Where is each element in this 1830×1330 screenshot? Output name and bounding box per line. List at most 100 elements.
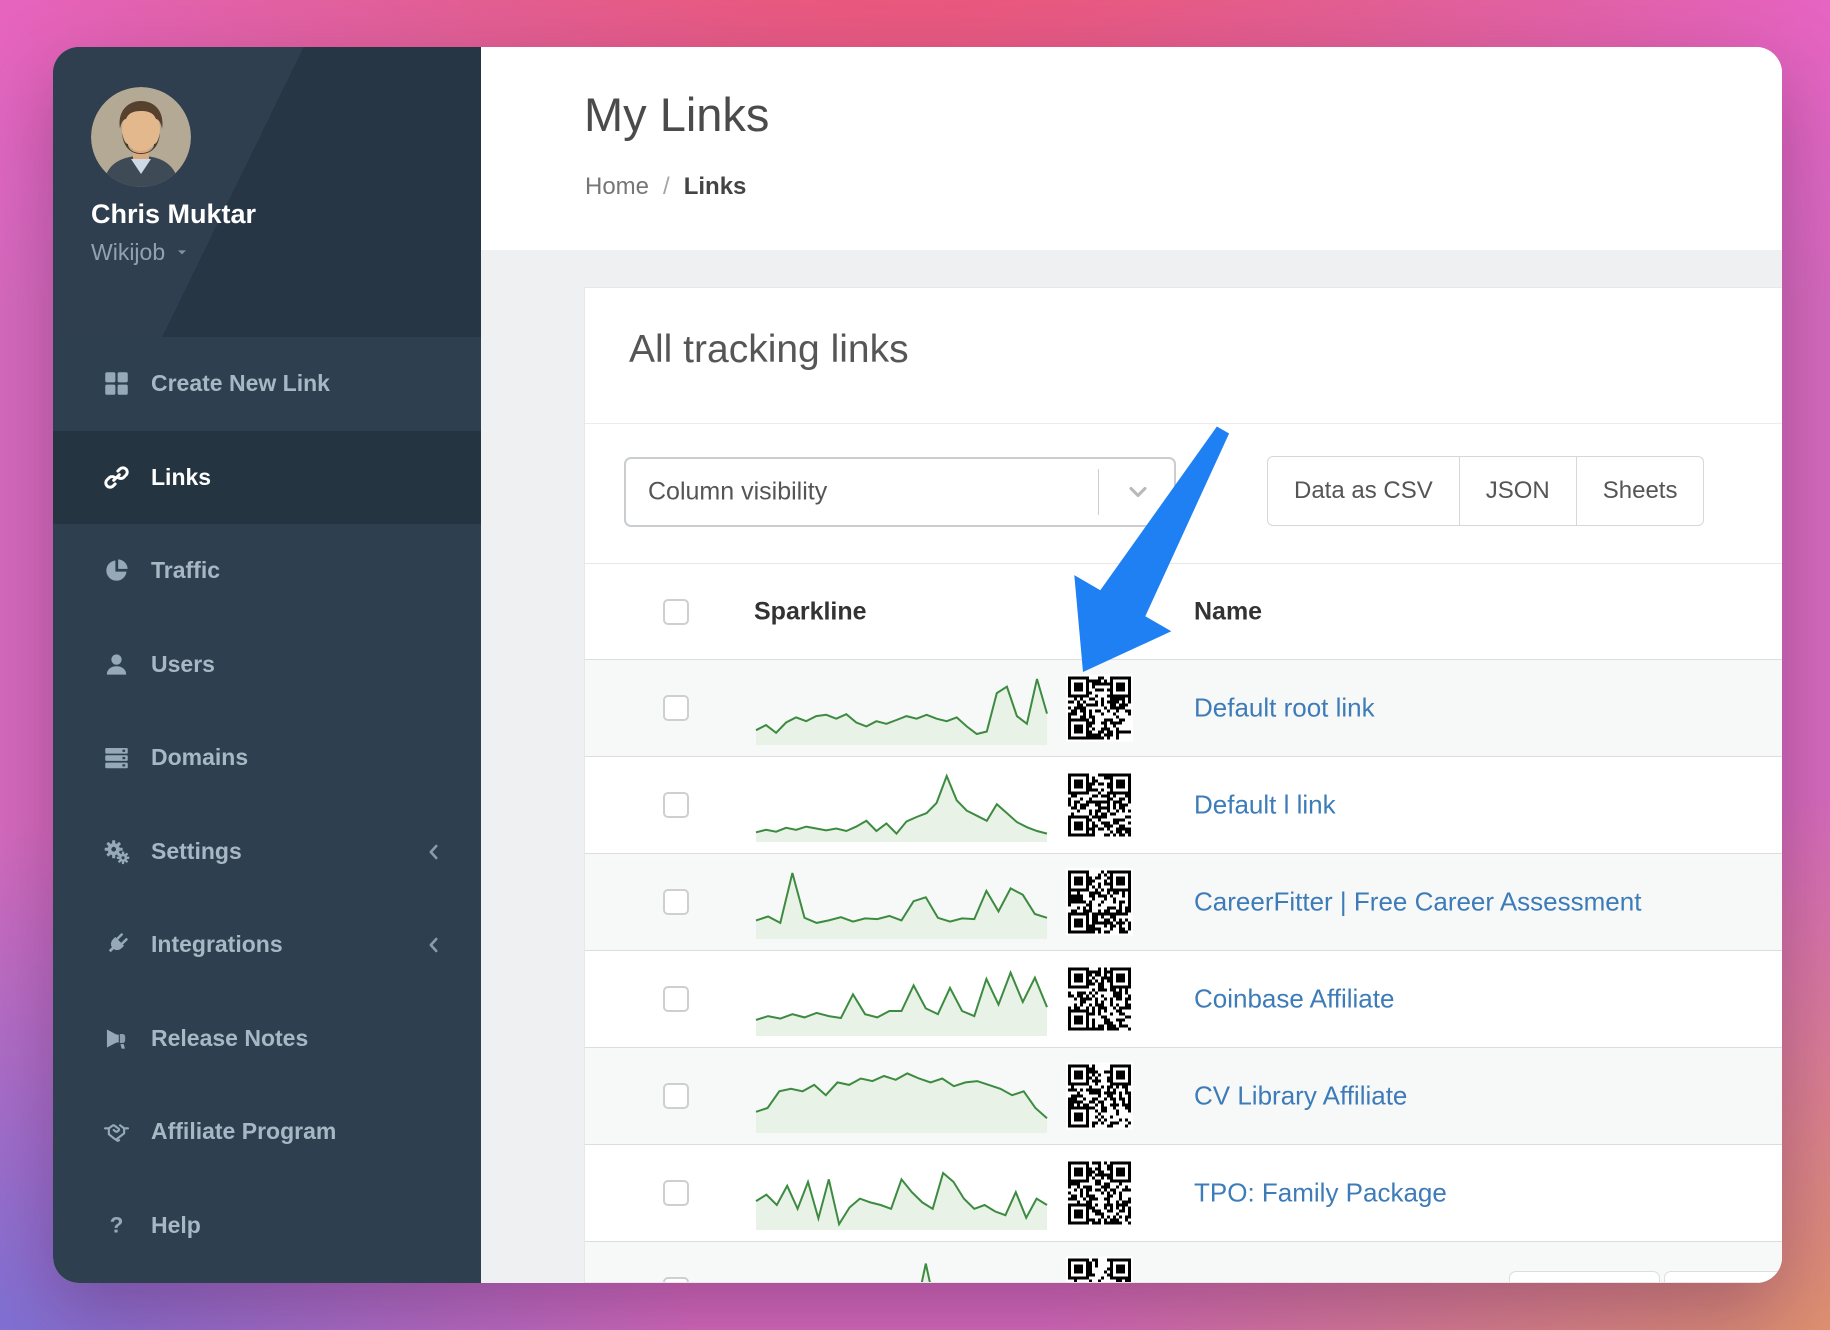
row-checkbox[interactable] — [663, 1180, 689, 1206]
chevron-left-icon — [423, 934, 445, 956]
sidebar-item-label: Links — [151, 464, 211, 491]
export-button-sheets[interactable]: Sheets — [1577, 456, 1705, 526]
card-title: All tracking links — [629, 328, 909, 372]
column-header-sparkline: Sparkline — [754, 597, 867, 626]
sidebar-item-label: Release Notes — [151, 1025, 308, 1052]
sidebar-item-label: Traffic — [151, 557, 220, 584]
table-header: Sparkline QR Name — [585, 563, 1782, 659]
breadcrumb-home[interactable]: Home — [585, 173, 649, 201]
sparkline-chart — [754, 867, 1049, 941]
breadcrumb: Home / Links — [585, 173, 746, 201]
sidebar-item-label: Affiliate Program — [151, 1118, 336, 1145]
plug-icon — [101, 930, 131, 960]
column-visibility-label: Column visibility — [648, 478, 827, 507]
org-name: Wikijob — [91, 239, 165, 266]
qr-code — [1066, 1257, 1133, 1284]
app-window: Chris Muktar Wikijob Create New Link Link… — [53, 47, 1782, 1283]
table-row: CV Library Affiliate — [585, 1047, 1782, 1144]
select-divider — [1098, 469, 1099, 515]
org-switcher[interactable]: Wikijob — [91, 239, 190, 266]
svg-text:?: ? — [109, 1212, 123, 1237]
column-header-qr: QR — [1082, 597, 1120, 626]
breadcrumb-separator: / — [663, 173, 670, 201]
table-row: Default l link — [585, 756, 1782, 853]
pagination-button[interactable] — [1509, 1271, 1660, 1283]
sidebar-item-label: Create New Link — [151, 370, 330, 397]
sidebar-item-integrations[interactable]: Integrations — [53, 898, 481, 991]
sidebar-item-release-notes[interactable]: Release Notes — [53, 992, 481, 1085]
sidebar-item-affiliate-program[interactable]: Affiliate Program — [53, 1085, 481, 1178]
table-row: CareerFitter | Free Career Assessment — [585, 853, 1782, 950]
sidebar-item-users[interactable]: Users — [53, 618, 481, 711]
row-checkbox[interactable] — [663, 1083, 689, 1109]
cogs-icon — [101, 837, 131, 867]
sidebar-item-label: Settings — [151, 838, 242, 865]
sidebar: Chris Muktar Wikijob Create New Link Link… — [53, 47, 481, 1283]
sparkline-chart — [754, 1061, 1049, 1135]
sparkline-chart — [754, 1158, 1049, 1232]
row-checkbox[interactable] — [663, 695, 689, 721]
link-name[interactable]: Coinbase Affiliate — [1194, 984, 1394, 1015]
handshake-icon — [101, 1117, 131, 1147]
column-visibility-select[interactable]: Column visibility — [624, 457, 1176, 527]
page-title: My Links — [584, 87, 769, 142]
table-row: TPO: Family Package — [585, 1144, 1782, 1241]
row-checkbox[interactable] — [663, 1277, 689, 1283]
sidebar-item-label: Users — [151, 651, 215, 678]
bullhorn-icon — [101, 1024, 131, 1054]
sidebar-item-domains[interactable]: Domains — [53, 711, 481, 804]
table-body: Default root link Default l link CareerFit… — [585, 659, 1782, 1283]
breadcrumb-current: Links — [684, 173, 747, 201]
question-icon: ? — [101, 1211, 131, 1241]
export-button-json[interactable]: JSON — [1460, 456, 1577, 526]
profile-section: Chris Muktar Wikijob — [53, 47, 481, 337]
qr-code — [1066, 1160, 1133, 1227]
link-name[interactable]: TPO: Family Package — [1194, 1178, 1447, 1209]
profile-name: Chris Muktar — [91, 199, 256, 230]
row-checkbox[interactable] — [663, 986, 689, 1012]
table-row: Default root link — [585, 659, 1782, 756]
th-large-icon — [101, 369, 131, 399]
sidebar-item-label: Help — [151, 1212, 201, 1239]
sidebar-item-settings[interactable]: Settings — [53, 805, 481, 898]
card-divider — [585, 423, 1782, 424]
row-checkbox[interactable] — [663, 792, 689, 818]
link-name[interactable]: CV Library Affiliate — [1194, 1081, 1407, 1112]
sidebar-item-traffic[interactable]: Traffic — [53, 524, 481, 617]
server-icon — [101, 743, 131, 773]
tracking-links-card: All tracking links Column visibility Dat… — [584, 287, 1782, 1283]
sparkline-chart — [754, 770, 1049, 844]
qr-code — [1066, 966, 1133, 1033]
sidebar-item-label: Domains — [151, 744, 248, 771]
export-button-data-as-csv[interactable]: Data as CSV — [1267, 456, 1460, 526]
link-name[interactable]: CareerFitter | Free Career Assessment — [1194, 887, 1641, 918]
sidebar-item-label: Integrations — [151, 931, 283, 958]
select-all-checkbox[interactable] — [663, 599, 689, 625]
pagination-button[interactable] — [1664, 1271, 1782, 1283]
sidebar-item-create-new-link[interactable]: Create New Link — [53, 337, 481, 430]
link-name[interactable]: Default l link — [1194, 790, 1336, 821]
user-icon — [101, 650, 131, 680]
export-button-group: Data as CSVJSONSheets — [1267, 456, 1704, 526]
chevron-down-icon — [1124, 478, 1152, 506]
qr-code — [1066, 1063, 1133, 1130]
sparkline-chart — [754, 1255, 1049, 1283]
table-row: Coinbase Affiliate — [585, 950, 1782, 1047]
qr-code — [1066, 772, 1133, 839]
sparkline-chart — [754, 673, 1049, 747]
sidebar-item-links[interactable]: Links — [53, 431, 481, 524]
page-header: My Links Home / Links — [481, 47, 1782, 250]
caret-down-icon — [174, 239, 190, 266]
avatar — [91, 87, 191, 187]
link-name[interactable]: Default root link — [1194, 693, 1375, 724]
sparkline-chart — [754, 964, 1049, 1038]
row-checkbox[interactable] — [663, 889, 689, 915]
pie-chart-icon — [101, 556, 131, 586]
chevron-left-icon — [423, 841, 445, 863]
link-icon — [101, 463, 131, 493]
sidebar-item-help[interactable]: ? Help — [53, 1179, 481, 1272]
column-header-name: Name — [1194, 597, 1262, 626]
qr-code — [1066, 869, 1133, 936]
qr-code — [1066, 675, 1133, 742]
main-content: My Links Home / Links All tracking links… — [481, 47, 1782, 1283]
